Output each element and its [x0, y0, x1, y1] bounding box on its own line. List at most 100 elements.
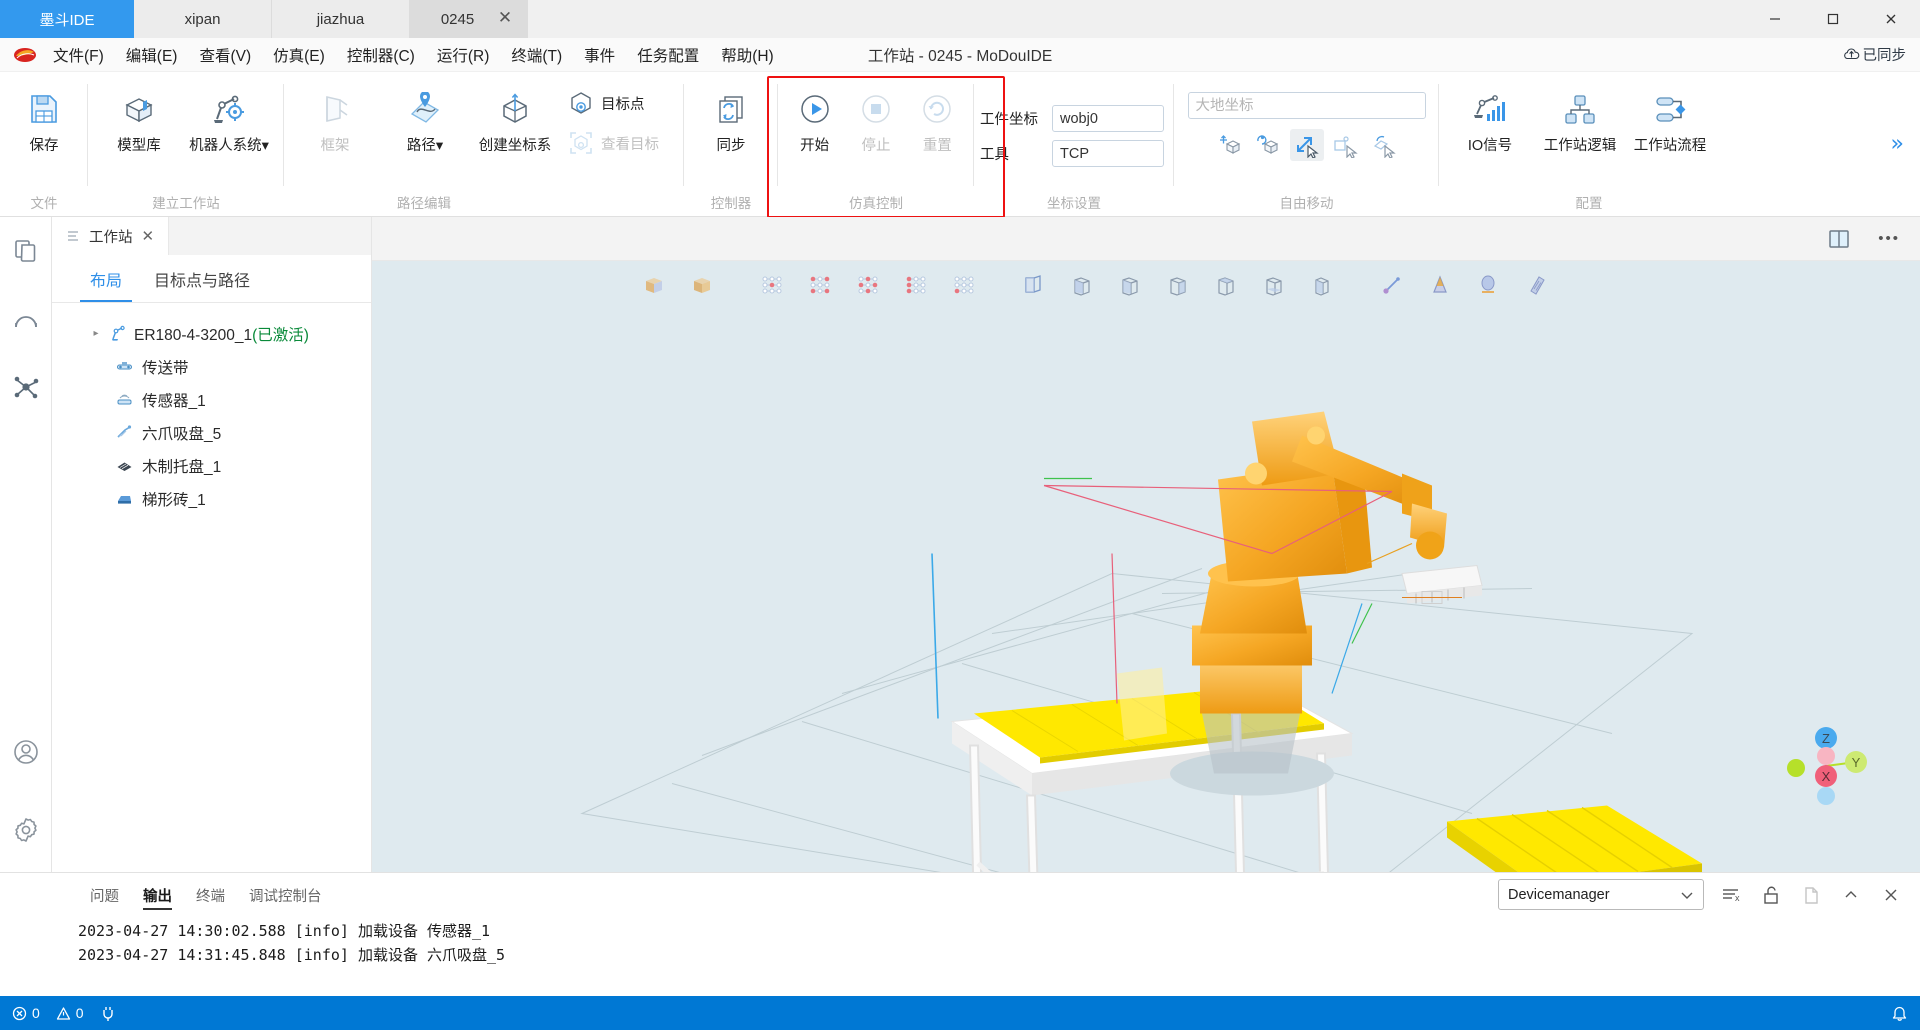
minimize-button[interactable]: [1746, 0, 1804, 38]
tab-close-icon[interactable]: ✕: [495, 9, 515, 29]
ribbon-expand-icon[interactable]: »: [1891, 132, 1904, 157]
node-graph-icon[interactable]: [6, 367, 46, 407]
tool-input[interactable]: [1052, 140, 1164, 167]
3d-scene[interactable]: [372, 261, 1920, 872]
view-left-icon[interactable]: [1108, 267, 1152, 303]
ribbon-io-signal-button[interactable]: IO信号: [1445, 80, 1535, 159]
ribbon-create-coordinate-button[interactable]: 创建坐标系: [470, 80, 560, 159]
view-front-icon[interactable]: [1012, 267, 1056, 303]
3d-viewport[interactable]: •••: [372, 217, 1920, 872]
ribbon-frame-button[interactable]: 框架: [290, 80, 380, 159]
tab-0245[interactable]: 0245 ✕: [410, 0, 528, 38]
connection-status[interactable]: [100, 1005, 116, 1022]
subtab-targets-paths[interactable]: 目标点与路径: [138, 255, 266, 302]
console-output[interactable]: 2023-04-27 14:30:02.588 [info] 加载设备 传感器_…: [0, 917, 1920, 996]
bell-icon[interactable]: [1891, 1004, 1908, 1022]
measure-diameter-icon[interactable]: [1466, 267, 1510, 303]
tab-0245-label: 0245: [441, 11, 474, 28]
ribbon-station-logic-button[interactable]: 工作站逻辑: [1535, 80, 1625, 159]
move-drag-icon[interactable]: [1290, 129, 1324, 161]
view-bottom-icon[interactable]: [1252, 267, 1296, 303]
snap-edge-icon[interactable]: [846, 267, 890, 303]
move-align-icon[interactable]: [1366, 129, 1400, 161]
maximize-button[interactable]: [1804, 0, 1862, 38]
tree-item-sensor[interactable]: 传感器_1: [52, 383, 371, 416]
error-count[interactable]: 0: [12, 1005, 40, 1021]
tree-item-conveyor[interactable]: 传送带: [52, 350, 371, 383]
account-icon[interactable]: [6, 732, 46, 772]
view-right-icon[interactable]: [1156, 267, 1200, 303]
ribbon-model-library-button[interactable]: 模型库: [94, 80, 184, 159]
close-button[interactable]: [1862, 0, 1920, 38]
tab-xipan[interactable]: xipan: [134, 0, 272, 38]
menu-file[interactable]: 文件(F): [42, 41, 115, 69]
menu-help[interactable]: 帮助(H): [710, 41, 785, 69]
new-file-icon[interactable]: [1798, 882, 1824, 908]
snap-mid-icon[interactable]: [942, 267, 986, 303]
console-tab-output[interactable]: 输出: [131, 873, 184, 917]
sync-status[interactable]: 已同步: [1843, 44, 1907, 65]
ribbon-path-button[interactable]: 路径▾: [380, 80, 470, 159]
gear-icon[interactable]: [6, 810, 46, 850]
move-snap-icon[interactable]: [1328, 129, 1362, 161]
subtab-layout[interactable]: 布局: [74, 255, 138, 302]
files-icon[interactable]: [6, 231, 46, 271]
ribbon-reset-button[interactable]: 重置: [907, 80, 968, 159]
menu-simulation[interactable]: 仿真(E): [262, 41, 336, 69]
tree-item-robot[interactable]: ▸ ER180-4-3200_1(已激活): [52, 317, 371, 350]
menu-controller[interactable]: 控制器(C): [336, 41, 426, 69]
measure-angle-icon[interactable]: [1418, 267, 1462, 303]
gizmo-z-label: Z: [1822, 731, 1830, 746]
menu-event[interactable]: 事件: [573, 41, 626, 69]
menu-task-config[interactable]: 任务配置: [626, 41, 710, 69]
move-rotate-icon[interactable]: [1252, 129, 1286, 161]
world-coordinate-input[interactable]: [1188, 92, 1426, 119]
arch-icon[interactable]: [6, 299, 46, 339]
console-tab-terminal[interactable]: 终端: [184, 873, 237, 917]
console-tab-debug[interactable]: 调试控制台: [237, 873, 334, 917]
chevron-right-icon[interactable]: ▸: [90, 328, 102, 339]
tree-item-gripper[interactable]: 六爪吸盘_5: [52, 416, 371, 449]
console-tab-problems[interactable]: 问题: [78, 873, 131, 917]
warning-count[interactable]: 0: [56, 1005, 84, 1021]
workobject-input[interactable]: [1052, 105, 1164, 132]
ribbon-robot-system-button[interactable]: 机器人系统▾: [184, 80, 274, 159]
panel-tab-station[interactable]: 工作站 ✕: [52, 217, 169, 255]
ribbon-save-button[interactable]: 保存: [6, 80, 82, 159]
panel-tab-close-icon[interactable]: ✕: [142, 227, 155, 245]
view-back-icon[interactable]: [1060, 267, 1104, 303]
snap-center-icon[interactable]: [750, 267, 794, 303]
box-select-icon[interactable]: [632, 267, 676, 303]
ribbon-stop-button[interactable]: 停止: [845, 80, 906, 159]
device-manager-select[interactable]: Devicemanager: [1498, 879, 1704, 910]
ribbon-target-point-button[interactable]: 目标点: [560, 84, 667, 122]
ribbon-start-button[interactable]: 开始: [784, 80, 845, 159]
tree-item-brick[interactable]: 梯形砖_1: [52, 482, 371, 515]
ribbon-view-target-button[interactable]: 查看目标: [560, 124, 667, 162]
ribbon-group-controller-label: 控制器: [690, 188, 772, 216]
tab-jiazhua[interactable]: jiazhua: [272, 0, 410, 38]
unlock-icon[interactable]: [1758, 882, 1784, 908]
view-iso-icon[interactable]: [1300, 267, 1344, 303]
view-gizmo[interactable]: Z Y X: [1778, 718, 1874, 814]
snap-vertex-icon[interactable]: [894, 267, 938, 303]
view-top-icon[interactable]: [1204, 267, 1248, 303]
menu-edit[interactable]: 编辑(E): [115, 41, 189, 69]
box-solid-icon[interactable]: [680, 267, 724, 303]
measure-plane-icon[interactable]: [1514, 267, 1558, 303]
clear-output-icon[interactable]: x: [1718, 882, 1744, 908]
tree-item-pallet[interactable]: 木制托盘_1: [52, 449, 371, 482]
ribbon-sync-button[interactable]: 同步: [690, 80, 772, 159]
close-icon[interactable]: [1878, 882, 1904, 908]
more-actions-icon[interactable]: •••: [1878, 230, 1900, 247]
tab-brand[interactable]: 墨斗IDE: [0, 0, 134, 38]
menu-terminal[interactable]: 终端(T): [500, 41, 573, 69]
menu-run[interactable]: 运行(R): [426, 41, 501, 69]
measure-distance-icon[interactable]: [1370, 267, 1414, 303]
split-editor-icon[interactable]: [1828, 229, 1850, 249]
snap-corner-icon[interactable]: [798, 267, 842, 303]
chevron-up-icon[interactable]: [1838, 882, 1864, 908]
move-translate-icon[interactable]: [1214, 129, 1248, 161]
menu-view[interactable]: 查看(V): [188, 41, 262, 69]
ribbon-station-flow-button[interactable]: 工作站流程: [1625, 80, 1715, 159]
